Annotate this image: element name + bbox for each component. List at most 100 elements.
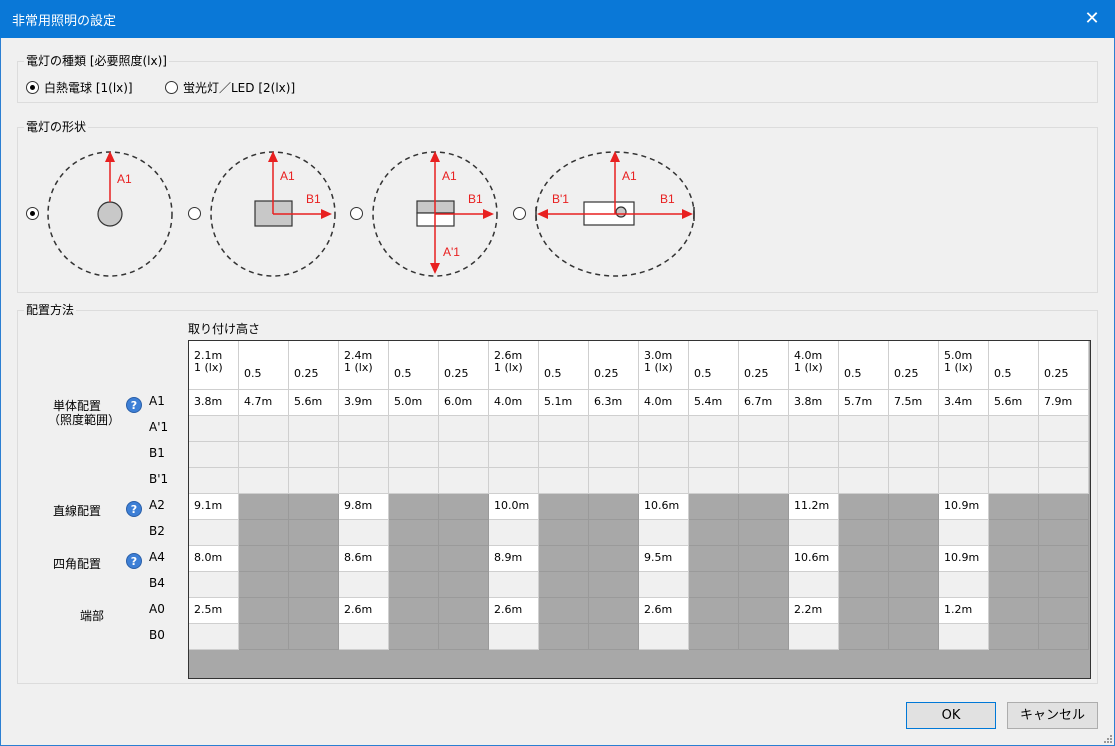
table-cell[interactable] [339, 520, 389, 546]
table-cell[interactable] [589, 416, 639, 442]
table-cell[interactable] [639, 468, 689, 494]
table-cell[interactable] [1039, 416, 1089, 442]
table-cell[interactable] [989, 442, 1039, 468]
table-cell[interactable]: 6.3m [589, 390, 639, 416]
table-cell[interactable] [939, 416, 989, 442]
table-cell[interactable]: 3.8m [189, 390, 239, 416]
table-cell[interactable] [289, 442, 339, 468]
table-cell[interactable]: 2.5m [189, 598, 239, 624]
table-cell[interactable]: 2.6m [489, 598, 539, 624]
table-cell[interactable] [339, 468, 389, 494]
table-cell[interactable] [639, 416, 689, 442]
table-cell[interactable] [389, 416, 439, 442]
table-cell[interactable] [989, 416, 1039, 442]
shape-radio-wide[interactable] [513, 207, 526, 220]
table-cell[interactable] [689, 468, 739, 494]
table-cell[interactable] [539, 468, 589, 494]
table-cell[interactable] [189, 520, 239, 546]
table-cell[interactable] [839, 442, 889, 468]
shape-radio-rect[interactable] [188, 207, 201, 220]
table-cell[interactable]: 5.4m [689, 390, 739, 416]
table-cell[interactable] [739, 416, 789, 442]
table-cell[interactable] [539, 416, 589, 442]
table-cell[interactable]: 8.0m [189, 546, 239, 572]
table-cell[interactable] [389, 442, 439, 468]
table-cell[interactable]: 5.6m [989, 390, 1039, 416]
table-cell[interactable] [489, 468, 539, 494]
table-cell[interactable] [189, 468, 239, 494]
table-cell[interactable] [189, 442, 239, 468]
table-cell[interactable] [639, 520, 689, 546]
table-cell[interactable]: 5.7m [839, 390, 889, 416]
table-cell[interactable]: 2.6m [639, 598, 689, 624]
table-cell[interactable] [489, 520, 539, 546]
table-cell[interactable] [539, 442, 589, 468]
table-cell[interactable] [239, 416, 289, 442]
table-cell[interactable] [289, 416, 339, 442]
table-cell[interactable] [439, 442, 489, 468]
table-cell[interactable]: 9.1m [189, 494, 239, 520]
table-cell[interactable]: 10.9m [939, 494, 989, 520]
table-cell[interactable] [889, 416, 939, 442]
table-cell[interactable]: 3.8m [789, 390, 839, 416]
table-cell[interactable] [189, 624, 239, 650]
table-cell[interactable] [639, 442, 689, 468]
ok-button[interactable]: OK [906, 702, 996, 729]
table-cell[interactable] [889, 442, 939, 468]
table-cell[interactable] [789, 624, 839, 650]
table-cell[interactable]: 6.7m [739, 390, 789, 416]
table-cell[interactable] [389, 468, 439, 494]
table-cell[interactable] [239, 442, 289, 468]
table-cell[interactable] [739, 468, 789, 494]
table-cell[interactable] [789, 468, 839, 494]
table-cell[interactable]: 10.9m [939, 546, 989, 572]
radio-incandescent[interactable] [26, 81, 39, 94]
table-cell[interactable] [939, 520, 989, 546]
lamp-type-incandescent[interactable]: 白熱電球 [1(lx)] [26, 79, 133, 96]
table-cell[interactable]: 8.9m [489, 546, 539, 572]
table-cell[interactable] [589, 468, 639, 494]
table-cell[interactable] [589, 442, 639, 468]
table-cell[interactable]: 1.2m [939, 598, 989, 624]
lamp-type-fluorescent[interactable]: 蛍光灯／LED [2(lx)] [165, 79, 295, 96]
table-cell[interactable] [689, 416, 739, 442]
table-cell[interactable] [489, 442, 539, 468]
table-cell[interactable]: 3.9m [339, 390, 389, 416]
table-cell[interactable]: 4.7m [239, 390, 289, 416]
table-cell[interactable]: 7.9m [1039, 390, 1089, 416]
table-cell[interactable]: 2.2m [789, 598, 839, 624]
table-cell[interactable]: 10.6m [789, 546, 839, 572]
table-cell[interactable]: 5.1m [539, 390, 589, 416]
single-placement-help-icon[interactable]: ? [126, 397, 142, 413]
shape-radio-rect-split[interactable] [350, 207, 363, 220]
table-cell[interactable] [939, 468, 989, 494]
table-cell[interactable] [739, 442, 789, 468]
table-cell[interactable]: 6.0m [439, 390, 489, 416]
table-cell[interactable]: 11.2m [789, 494, 839, 520]
table-cell[interactable] [939, 572, 989, 598]
table-cell[interactable] [989, 468, 1039, 494]
table-cell[interactable] [939, 442, 989, 468]
table-cell[interactable] [439, 416, 489, 442]
table-cell[interactable]: 3.4m [939, 390, 989, 416]
table-cell[interactable] [239, 468, 289, 494]
table-cell[interactable] [789, 416, 839, 442]
table-cell[interactable] [639, 572, 689, 598]
table-cell[interactable] [339, 442, 389, 468]
table-cell[interactable] [189, 572, 239, 598]
table-cell[interactable] [639, 624, 689, 650]
table-cell[interactable] [289, 468, 339, 494]
table-cell[interactable]: 4.0m [489, 390, 539, 416]
table-cell[interactable]: 9.8m [339, 494, 389, 520]
table-cell[interactable] [689, 442, 739, 468]
table-cell[interactable]: 10.0m [489, 494, 539, 520]
cancel-button[interactable]: キャンセル [1007, 702, 1098, 729]
table-cell[interactable] [789, 572, 839, 598]
table-cell[interactable] [489, 416, 539, 442]
table-cell[interactable] [789, 442, 839, 468]
table-cell[interactable] [889, 468, 939, 494]
resize-grip-icon[interactable] [1102, 733, 1112, 743]
table-cell[interactable] [789, 520, 839, 546]
radio-fluorescent[interactable] [165, 81, 178, 94]
table-cell[interactable]: 2.6m [339, 598, 389, 624]
